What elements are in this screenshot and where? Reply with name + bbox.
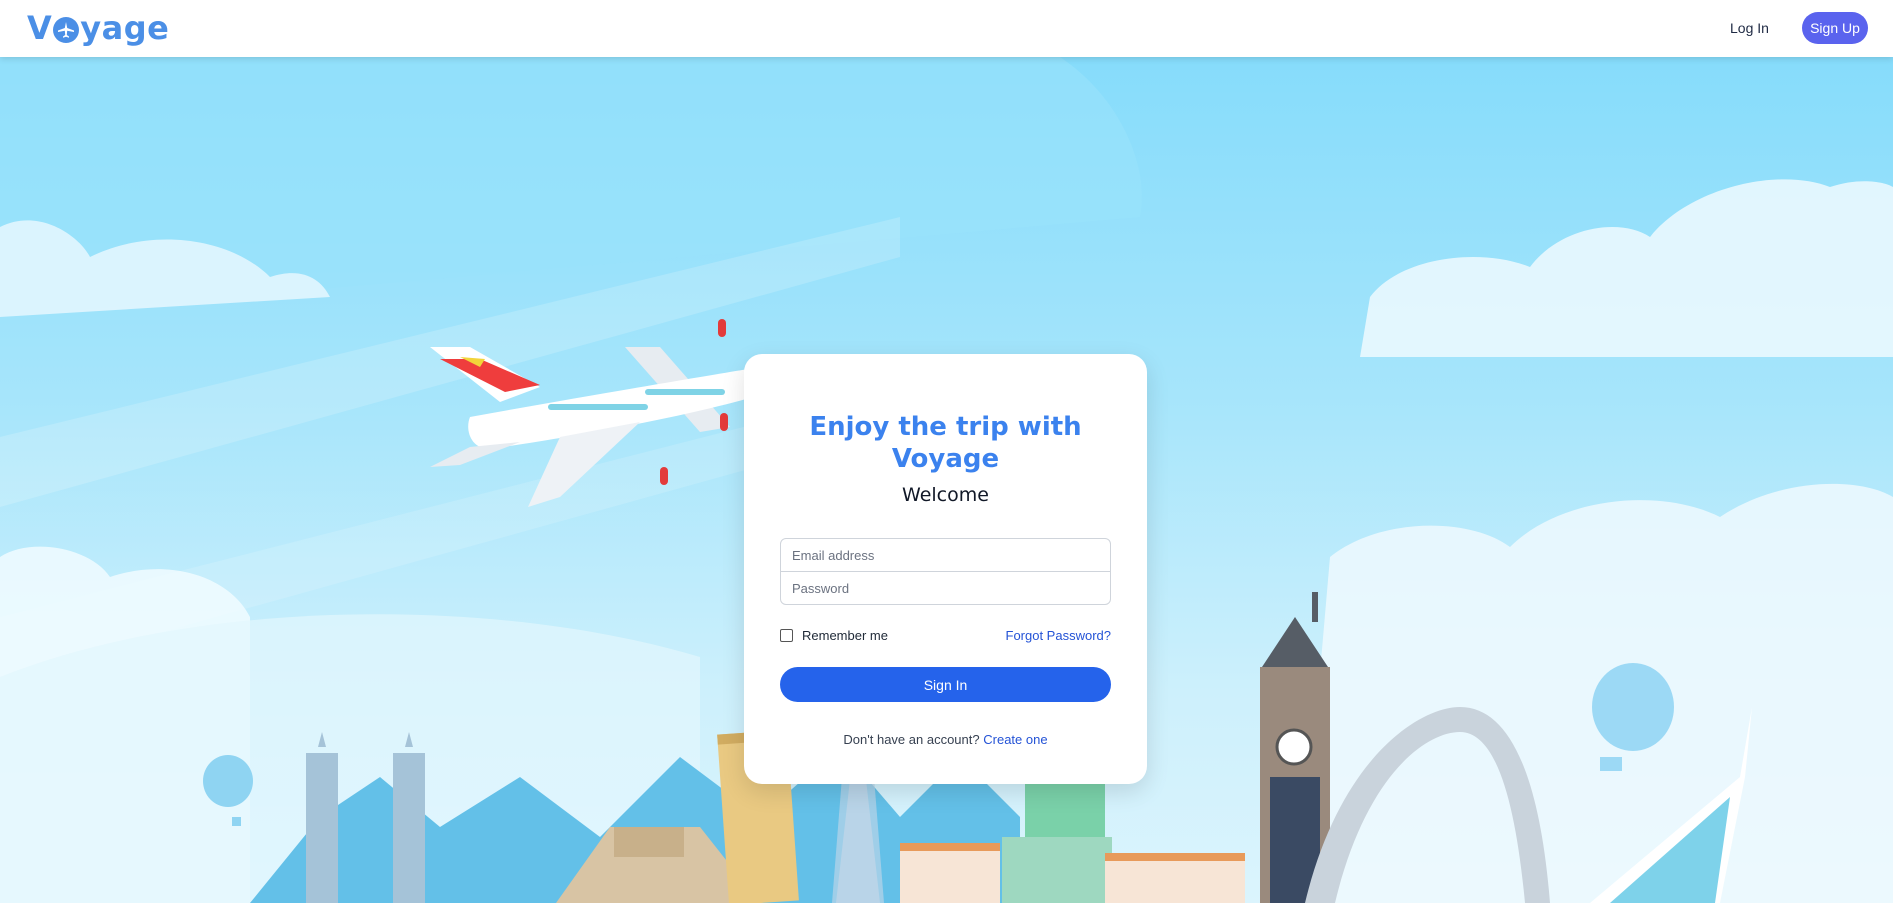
voyage-logo[interactable]: Vyage [27,8,169,48]
forgot-password-link[interactable]: Forgot Password? [1006,628,1112,643]
logo-letter-v: V [27,9,53,47]
welcome-subtitle: Welcome [902,484,989,506]
nav-signup-button[interactable]: Sign Up [1802,12,1868,44]
airplane-icon [53,17,80,43]
email-input[interactable] [780,538,1111,572]
logo-letters-yage: yage [80,9,170,47]
hero-illustration: Enjoy the trip with Voyage Welcome Remem… [0,57,1893,903]
password-input[interactable] [780,571,1111,605]
remember-checkbox[interactable] [780,629,793,642]
create-account-row: Don't have an account? Create one [744,732,1147,747]
top-navbar: Vyage Log In Sign Up [0,0,1893,57]
nav-login-button[interactable]: Log In [1730,17,1769,39]
sign-in-button[interactable]: Sign In [780,667,1111,702]
remember-me[interactable]: Remember me [780,628,888,643]
login-card: Enjoy the trip with Voyage Welcome Remem… [744,354,1147,784]
create-account-link[interactable]: Create one [983,732,1047,747]
login-title: Enjoy the trip with Voyage [809,412,1082,474]
no-account-text: Don't have an account? [843,732,980,747]
remember-label: Remember me [802,628,888,643]
